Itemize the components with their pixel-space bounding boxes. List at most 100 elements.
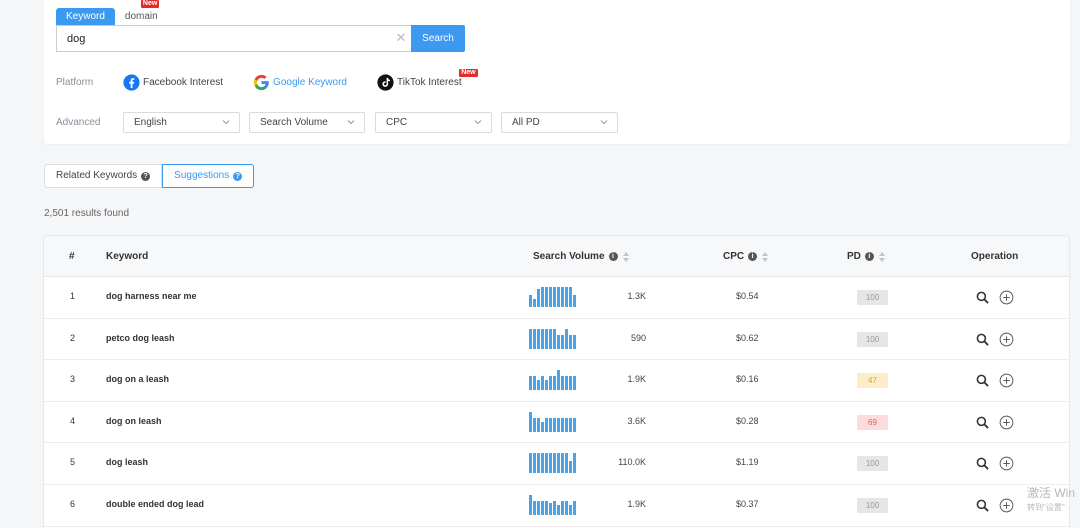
help-icon[interactable]: ? (141, 171, 151, 181)
header-cpc[interactable]: CPC i (723, 251, 769, 262)
pd-badge: 69 (857, 414, 888, 430)
sort-icon[interactable] (878, 251, 885, 262)
keyword-cell[interactable]: dog harness near me (106, 291, 197, 301)
keyword-cell[interactable]: dog leash (106, 457, 148, 467)
platform-label: Platform (56, 77, 94, 88)
info-icon[interactable]: i (608, 252, 618, 261)
add-icon[interactable] (999, 498, 1014, 513)
tab-domain-label: domain (124, 11, 158, 22)
table-row[interactable]: 1 dog harness near me 1.3K $0.54 100 (44, 277, 1069, 319)
table-row[interactable]: 4 dog on leash 3.6K $0.28 69 (44, 402, 1069, 444)
chevron-down-icon (347, 120, 355, 125)
trend-bar (549, 417, 552, 432)
table-row[interactable]: 6 double ended dog lead 1.9K $0.37 100 (44, 485, 1069, 527)
header-operation: Operation (971, 251, 1019, 262)
table-row[interactable]: 2 petco dog leash 590 $0.62 100 (44, 319, 1069, 361)
new-badge: New (459, 68, 478, 77)
trend-bar (529, 411, 532, 432)
header-search-volume[interactable]: Search Volume i (533, 251, 629, 262)
search-volume-select-value: Search Volume (260, 117, 328, 128)
trend-bar (569, 334, 572, 349)
cpc-select-value: CPC (386, 117, 408, 128)
trend-bar (529, 295, 532, 307)
search-icon[interactable] (976, 374, 989, 387)
keyword-cell[interactable]: petco dog leash (106, 333, 175, 343)
keyword-cell[interactable]: dog on leash (106, 416, 162, 426)
search-button[interactable]: Search (411, 25, 465, 52)
search-volume-cell: 1.9K (627, 499, 646, 509)
trend-bar (553, 501, 556, 515)
trend-bar (541, 376, 544, 391)
platform-tiktok[interactable]: TikTok Interest New (377, 68, 478, 91)
pd-select[interactable]: All PD (501, 112, 618, 133)
search-icon[interactable] (976, 416, 989, 429)
header-pd[interactable]: PD i (847, 251, 885, 262)
sort-icon[interactable] (762, 251, 769, 262)
table-row[interactable]: 5 dog leash 110.0K $1.19 100 (44, 443, 1069, 485)
trend-bar (529, 495, 532, 515)
watermark-text: 激活 Win (1027, 486, 1076, 500)
search-icon[interactable] (976, 291, 989, 304)
trend-bar (529, 453, 532, 474)
cpc-cell: $0.28 (736, 415, 759, 426)
info-icon[interactable]: i (748, 252, 758, 261)
help-icon[interactable]: ? (233, 171, 243, 181)
trend-bar (553, 328, 556, 349)
language-select[interactable]: English (123, 112, 240, 133)
search-icon[interactable] (976, 457, 989, 471)
search-icon[interactable] (976, 499, 989, 512)
add-icon[interactable] (999, 373, 1014, 388)
table-header: # Keyword Search Volume i CPC i PD i Ope… (44, 236, 1069, 277)
platform-facebook[interactable]: Facebook Interest (123, 73, 223, 91)
sort-icon[interactable] (622, 251, 629, 262)
trend-bar (537, 501, 540, 515)
trend-bar (573, 417, 576, 432)
trend-bar (553, 376, 556, 391)
search-volume-cell: 110.0K (618, 457, 646, 468)
trend-bar (541, 328, 544, 349)
trend-bar (553, 287, 556, 307)
keyword-cell[interactable]: dog on a leash (106, 374, 169, 384)
search-icon[interactable] (976, 333, 989, 346)
search-input[interactable] (56, 25, 411, 52)
trend-bar (533, 328, 536, 349)
platform-google[interactable]: Google Keyword (253, 74, 347, 91)
trend-bar (573, 453, 576, 474)
trend-bar (533, 299, 536, 307)
trend-bar (557, 505, 560, 515)
add-icon[interactable] (999, 290, 1014, 305)
tab-keyword[interactable]: Keyword (56, 8, 115, 25)
row-number: 1 (70, 291, 76, 301)
new-badge: New (140, 0, 160, 8)
keyword-cell[interactable]: double ended dog lead (106, 499, 204, 509)
volume-trend-chart (529, 495, 577, 515)
add-icon[interactable] (999, 415, 1014, 430)
add-icon[interactable] (999, 456, 1014, 471)
trend-bar (529, 376, 532, 391)
tab-related-keywords[interactable]: Related Keywords ? (44, 164, 163, 188)
trend-bar (537, 417, 540, 432)
trend-bar (561, 417, 564, 432)
trend-bar (557, 370, 560, 391)
header-pd-label: PD (847, 251, 861, 262)
tab-domain[interactable]: domain New (115, 0, 168, 25)
trend-bar (565, 376, 568, 391)
cpc-select[interactable]: CPC (375, 112, 492, 133)
trend-bar (573, 501, 576, 515)
info-icon[interactable]: i (864, 252, 874, 261)
trend-bar (533, 501, 536, 515)
add-icon[interactable] (999, 332, 1014, 347)
clear-icon[interactable]: ✕ (394, 31, 408, 45)
search-volume-select[interactable]: Search Volume (249, 112, 365, 133)
tab-suggestions[interactable]: Suggestions ? (162, 164, 255, 188)
search-volume-cell: 3.6K (627, 415, 646, 426)
trend-bar (541, 421, 544, 432)
search-bar: ✕ Search (56, 25, 465, 52)
table-row[interactable]: 3 dog on a leash 1.9K $0.16 47 (44, 360, 1069, 402)
trend-bar (561, 287, 564, 307)
trend-bar (537, 380, 540, 391)
row-number: 6 (70, 499, 76, 509)
trend-bar (565, 501, 568, 515)
chevron-down-icon (600, 120, 608, 125)
header-num: # (69, 251, 75, 262)
